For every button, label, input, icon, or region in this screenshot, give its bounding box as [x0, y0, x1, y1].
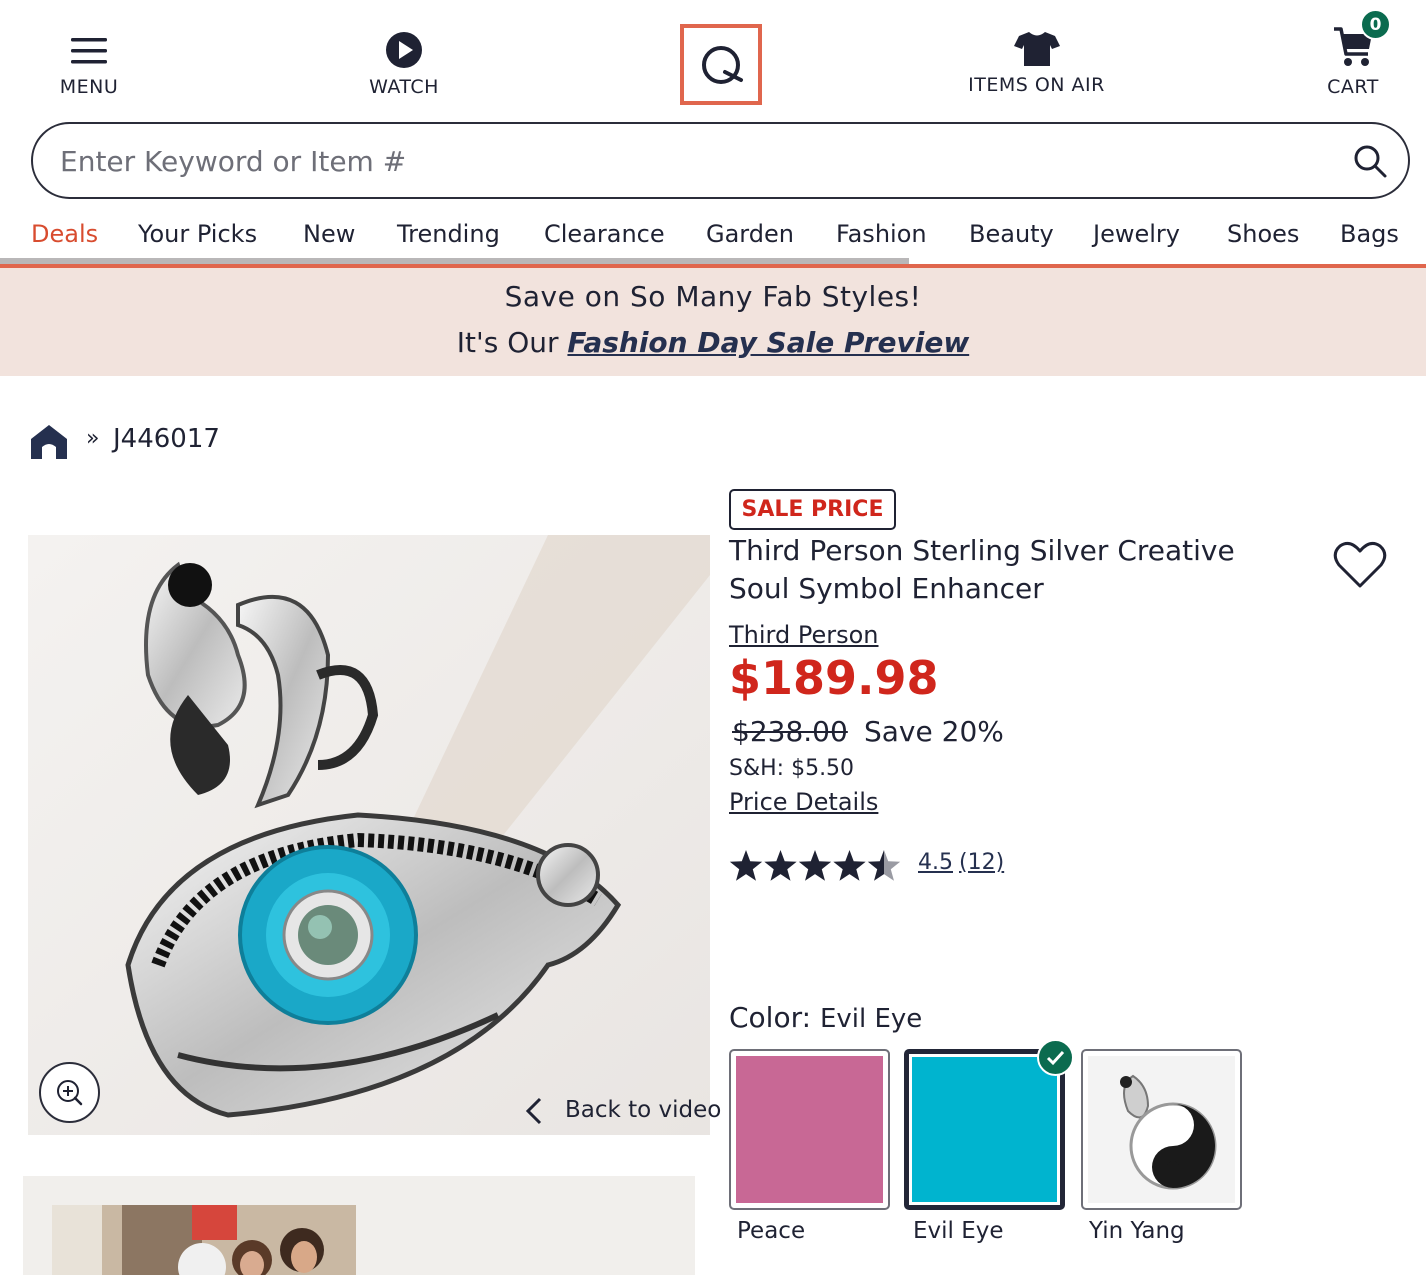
price-details-link[interactable]: Price Details — [729, 788, 878, 816]
shipping-text: S&H: $5.50 — [729, 756, 855, 781]
search-input[interactable] — [60, 138, 1340, 184]
original-price: $238.00 — [732, 715, 848, 748]
nav-item-your-picks[interactable]: Your Picks — [138, 220, 257, 248]
nav-item-trending[interactable]: Trending — [397, 220, 500, 248]
evil-eye-pendant-image — [28, 535, 710, 1135]
swatch-yin-yang-label: Yin Yang — [1089, 1218, 1185, 1244]
breadcrumb-item-id: J446017 — [113, 424, 220, 454]
banner-headline: Save on So Many Fab Styles! — [504, 280, 922, 313]
star-icon — [833, 850, 866, 881]
nav-item-garden[interactable]: Garden — [706, 220, 794, 248]
cart-label: CART — [1327, 76, 1379, 98]
hamburger-icon — [71, 38, 107, 64]
swatch-evil-eye-label: Evil Eye — [913, 1218, 1004, 1244]
swatch-evil-eye-fill — [912, 1057, 1057, 1202]
watch-button[interactable]: WATCH — [352, 30, 456, 98]
savings-text: Save 20% — [864, 715, 1004, 748]
promo-banner: Save on So Many Fab Styles! It's Our Fas… — [0, 268, 1426, 376]
brand-link[interactable]: Third Person — [729, 621, 879, 649]
product-image[interactable] — [28, 535, 710, 1135]
rating-link[interactable]: 4.5 (12) — [918, 850, 1004, 875]
video-thumbnail[interactable] — [52, 1205, 356, 1275]
color-selected-value: Evil Eye — [819, 1004, 923, 1034]
qvc-logo[interactable] — [680, 24, 762, 105]
star-rating — [729, 850, 901, 881]
star-icon — [729, 850, 763, 881]
banner-subline: It's Our Fashion Day Sale Preview — [0, 326, 1426, 359]
swatch-peace-label: Peace — [737, 1218, 806, 1244]
watch-label: WATCH — [369, 76, 439, 98]
nav-item-bags[interactable]: Bags — [1340, 220, 1399, 248]
home-icon[interactable] — [30, 422, 68, 460]
play-icon — [386, 32, 422, 68]
search-bar — [31, 122, 1410, 199]
nav-item-fashion[interactable]: Fashion — [836, 220, 927, 248]
star-icon — [764, 850, 797, 881]
items-on-air-button[interactable]: ITEMS ON AIR — [955, 30, 1118, 96]
swatch-yin-yang-image — [1088, 1056, 1235, 1203]
nav-item-shoes[interactable]: Shoes — [1227, 220, 1299, 248]
selected-check-icon — [1037, 1039, 1074, 1076]
swatch-yin-yang[interactable] — [1081, 1049, 1242, 1210]
q-logo-icon — [702, 46, 743, 84]
swatch-peace-fill — [736, 1056, 883, 1203]
fashion-day-sale-link[interactable]: Fashion Day Sale Preview — [567, 326, 969, 359]
zoom-in-icon — [57, 1080, 83, 1106]
sale-price: $189.98 — [729, 651, 939, 705]
chevron-left-icon — [525, 1097, 542, 1125]
color-label: Color: Evil Eye — [729, 1001, 922, 1034]
tshirt-icon — [1013, 32, 1060, 66]
star-icon — [798, 850, 832, 881]
search-icon[interactable] — [1352, 143, 1388, 179]
zoom-button[interactable] — [39, 1062, 100, 1123]
rating-value: 4.5 — [918, 850, 953, 875]
nav-item-jewelry[interactable]: Jewelry — [1093, 220, 1180, 248]
site-header: MENU WATCH ITEMS ON AIR CART 0 — [0, 0, 1426, 115]
banner-prefix: It's Our — [456, 326, 559, 359]
product-title: Third Person Sterling Silver Creative So… — [729, 534, 1235, 605]
nav-item-beauty[interactable]: Beauty — [969, 220, 1054, 248]
sale-price-tag: SALE PRICE — [729, 489, 896, 530]
nav-item-deals[interactable]: Deals — [31, 220, 98, 248]
menu-button[interactable]: MENU — [48, 36, 130, 98]
items-on-air-label: ITEMS ON AIR — [968, 74, 1105, 96]
star-icon — [867, 850, 901, 881]
back-to-video-label: Back to video — [565, 1097, 722, 1123]
breadcrumb-separator: » — [86, 426, 100, 451]
color-label-text: Color: — [729, 1001, 812, 1034]
nav-item-new[interactable]: New — [303, 220, 355, 248]
swatch-peace[interactable] — [729, 1049, 890, 1210]
menu-label: MENU — [59, 76, 119, 98]
nav-item-clearance[interactable]: Clearance — [544, 220, 665, 248]
heart-icon[interactable] — [1333, 540, 1387, 590]
video-still-image — [52, 1205, 356, 1275]
cart-count-badge: 0 — [1360, 9, 1391, 40]
rating-count: (12) — [959, 850, 1005, 875]
